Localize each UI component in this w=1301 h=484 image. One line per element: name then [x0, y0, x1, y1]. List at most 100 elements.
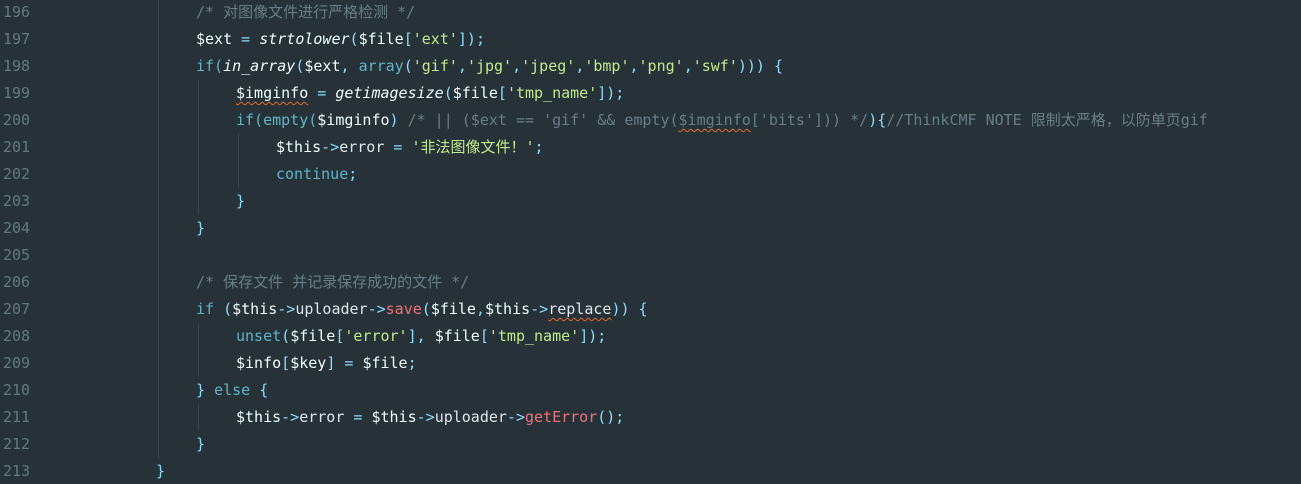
- code-token: {: [250, 381, 269, 399]
- code-line[interactable]: 205: [0, 242, 1301, 269]
- indent-guide: [158, 80, 159, 107]
- code-text: if ($this->uploader->save($file,$this->r…: [196, 296, 648, 323]
- code-token: array: [358, 57, 404, 75]
- code-token: ): [389, 111, 399, 129]
- code-token: $imginfo: [678, 111, 751, 129]
- code-token: =: [344, 408, 372, 426]
- code-text: }: [236, 188, 245, 215]
- code-text: continue;: [276, 161, 357, 188]
- code-line[interactable]: 199 $imginfo = getimagesize($file['tmp_na…: [0, 80, 1301, 107]
- indent-guide: [158, 107, 159, 134]
- code-token: (: [443, 84, 453, 102]
- code-token: in_array: [223, 57, 296, 75]
- code-token: ->: [416, 408, 435, 426]
- code-token: $info: [236, 354, 282, 372]
- code-token: }: [196, 219, 206, 237]
- code-token: 'tmp_name': [506, 84, 598, 102]
- code-text: $info[$key] = $file;: [236, 350, 417, 377]
- code-token: 'ext': [412, 30, 458, 48]
- code-token: $ext: [196, 30, 233, 48]
- code-line[interactable]: 204}: [0, 215, 1301, 242]
- code-token: [: [497, 84, 507, 102]
- line-number: 207: [3, 300, 31, 318]
- code-token: uploader: [295, 300, 368, 318]
- code-line[interactable]: 212}: [0, 431, 1301, 458]
- code-line[interactable]: 209 $info[$key] = $file;: [0, 350, 1301, 377]
- indent-guide: [158, 404, 159, 431]
- code-token: $file: [434, 327, 480, 345]
- code-token: $file: [430, 300, 476, 318]
- code-token: ,: [512, 57, 522, 75]
- line-number: 198: [3, 57, 31, 75]
- code-token: [: [281, 354, 291, 372]
- code-token: uploader: [434, 408, 507, 426]
- line-number: 204: [3, 219, 31, 237]
- code-line[interactable]: 208 unset($file['error'], $file['tmp_name…: [0, 323, 1301, 350]
- line-number: 211: [3, 408, 31, 426]
- code-token: ['bits'])) */: [750, 111, 869, 129]
- code-text: } else {: [196, 377, 268, 404]
- code-token: $key: [290, 354, 327, 372]
- line-number: 201: [3, 138, 31, 156]
- code-token: ->: [277, 300, 296, 318]
- code-token: }: [196, 435, 206, 453]
- code-token: (: [403, 57, 413, 75]
- code-token: $file: [290, 327, 336, 345]
- code-token: error: [339, 138, 385, 156]
- code-token: }: [236, 192, 246, 210]
- indent-guide: [198, 161, 199, 188]
- indent-guide: [198, 107, 199, 134]
- code-token: getError: [525, 408, 598, 426]
- code-token: ],: [407, 327, 435, 345]
- code-line[interactable]: 197 $ext = strtolower($file['ext']);: [0, 26, 1301, 53]
- code-token: ->: [506, 408, 525, 426]
- code-line[interactable]: 201 $this->error = '非法图像文件！';: [0, 134, 1301, 161]
- indent-guide: [158, 215, 159, 242]
- code-token: ,: [475, 300, 485, 318]
- line-number: 212: [3, 435, 31, 453]
- code-line[interactable]: 213}: [0, 458, 1301, 484]
- code-line[interactable]: 211 $this->error = $this->uploader->getEr…: [0, 404, 1301, 431]
- code-token: ))) {: [737, 57, 784, 75]
- code-token: 'jpeg': [521, 57, 576, 75]
- code-token: continue: [276, 165, 349, 183]
- line-number: 203: [3, 192, 31, 210]
- code-token: 'png': [638, 57, 684, 75]
- indent-guide: [198, 134, 199, 161]
- code-line[interactable]: 207 if ($this->uploader->save($file,$this…: [0, 296, 1301, 323]
- indent-guide: [158, 296, 159, 323]
- code-line[interactable]: 202 continue;: [0, 161, 1301, 188]
- line-number: 205: [3, 246, 31, 264]
- code-token: $this: [485, 300, 531, 318]
- code-text: $this->error = $this->uploader->getError…: [236, 404, 624, 431]
- code-token: ,: [629, 57, 639, 75]
- code-token: ]);: [579, 327, 607, 345]
- code-line[interactable]: 206 /* 保存文件 并记录保存成功的文件 */: [0, 269, 1301, 296]
- code-token: $file: [358, 30, 404, 48]
- code-line[interactable]: 198 if(in_array($ext, array('gif','jpg','…: [0, 53, 1301, 80]
- code-token: save: [385, 300, 422, 318]
- code-token: ;: [407, 354, 417, 372]
- code-text: /* 对图像文件进行严格检测 */: [196, 0, 415, 26]
- code-token: /* 对图像文件进行严格检测 */: [196, 3, 416, 21]
- code-token: $imginfo: [317, 111, 390, 129]
- code-line[interactable]: 210 } else {: [0, 377, 1301, 404]
- code-text: if(in_array($ext, array('gif','jpg','jpe…: [196, 53, 783, 80]
- code-token: $this: [232, 300, 278, 318]
- code-token: else: [214, 381, 251, 399]
- code-token: ]: [326, 354, 336, 372]
- line-number: 210: [3, 381, 31, 399]
- code-line[interactable]: 203}: [0, 188, 1301, 215]
- code-token: $this: [371, 408, 417, 426]
- code-token: getimagesize: [335, 84, 444, 102]
- code-token: 'jpg': [466, 57, 513, 75]
- code-line[interactable]: 200 if(empty($imginfo) /* || ($ext == 'gi…: [0, 107, 1301, 134]
- indent-guide: [158, 323, 159, 350]
- code-editor[interactable]: 196 /* 对图像文件进行严格检测 */ 197 $ext = strtolower…: [0, 0, 1301, 484]
- code-token: (: [223, 300, 233, 318]
- code-token: 'swf': [692, 57, 738, 75]
- code-token: ->: [281, 408, 300, 426]
- code-line[interactable]: 196 /* 对图像文件进行严格检测 */: [0, 0, 1301, 26]
- indent-guide: [198, 350, 199, 377]
- line-number: 200: [3, 111, 31, 129]
